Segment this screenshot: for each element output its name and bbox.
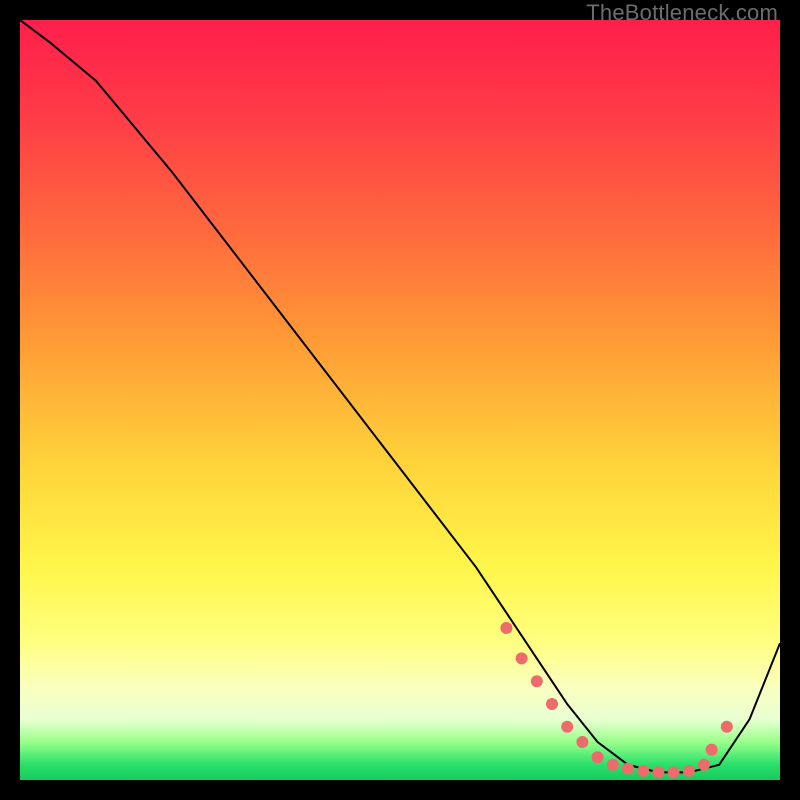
highlight-dot <box>576 736 588 748</box>
highlight-dot <box>592 751 604 763</box>
bottleneck-curve <box>20 20 780 772</box>
highlight-dot <box>652 766 664 778</box>
gradient-plot-area <box>20 20 780 780</box>
highlight-dot <box>607 759 619 771</box>
highlight-dot <box>683 765 695 777</box>
highlight-dot <box>698 759 710 771</box>
chart-frame: TheBottleneck.com <box>0 0 800 800</box>
highlight-dot <box>668 766 680 778</box>
highlight-dot <box>516 652 528 664</box>
highlight-dot <box>637 765 649 777</box>
highlight-dot <box>546 698 558 710</box>
highlight-dot <box>622 763 634 775</box>
highlight-dot <box>531 675 543 687</box>
highlight-dot <box>500 622 512 634</box>
highlight-dot <box>706 744 718 756</box>
highlight-dot <box>721 721 733 733</box>
highlight-dot <box>561 721 573 733</box>
curve-overlay <box>20 20 780 780</box>
